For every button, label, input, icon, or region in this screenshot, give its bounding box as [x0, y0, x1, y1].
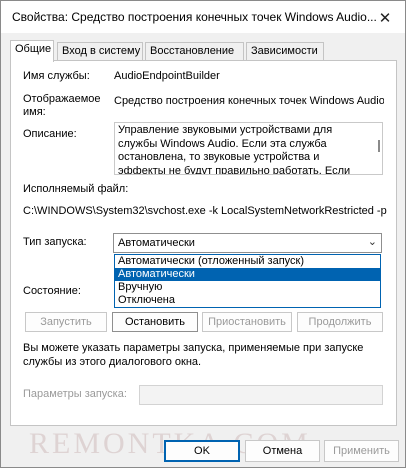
chevron-down-icon: ⌄	[367, 236, 377, 248]
general-tab-panel: Имя службы: AudioEndpointBuilder Отображ…	[10, 60, 397, 426]
startup-type-label: Тип запуска:	[23, 236, 87, 248]
startup-option-auto-delayed[interactable]: Автоматически (отложенный запуск)	[115, 255, 380, 268]
display-name-label-line2: имя:	[23, 106, 46, 118]
service-name-value: AudioEndpointBuilder	[114, 70, 220, 82]
description-box[interactable]: Управление звуковыми устройствами для сл…	[114, 122, 383, 175]
window-title: Свойства: Средство построения конечных т…	[12, 10, 377, 24]
startup-option-auto[interactable]: Автоматически	[115, 268, 380, 281]
tab-general[interactable]: Общие	[10, 40, 54, 62]
executable-path[interactable]: C:\WINDOWS\System32\svchost.exe -k Local…	[23, 205, 393, 217]
hint-text-line2: службы из этого диалогового окна.	[23, 356, 202, 368]
display-name-label-line1: Отображаемое	[23, 93, 101, 105]
stop-button[interactable]: Остановить	[112, 312, 198, 332]
close-icon[interactable]: ✕	[371, 7, 399, 29]
cancel-button[interactable]: Отмена	[245, 440, 320, 462]
title-bar: Свойства: Средство построения конечных т…	[1, 1, 405, 33]
pause-button[interactable]: Приостановить	[202, 312, 292, 332]
description-text: Управление звуковыми устройствами для сл…	[118, 124, 351, 175]
service-properties-dialog: Свойства: Средство построения конечных т…	[0, 0, 406, 468]
ok-button[interactable]: OK	[164, 440, 240, 462]
resume-button[interactable]: Продолжить	[297, 312, 383, 332]
description-label: Описание:	[23, 128, 77, 140]
start-button[interactable]: Запустить	[25, 312, 107, 332]
executable-label: Исполняемый файл:	[23, 183, 129, 195]
start-params-label: Параметры запуска:	[23, 388, 127, 400]
startup-type-select[interactable]: Автоматически ⌄	[113, 233, 382, 253]
service-name-label: Имя службы:	[23, 70, 90, 82]
start-params-input[interactable]	[139, 385, 383, 405]
description-scrollbar[interactable]	[378, 140, 380, 152]
startup-option-manual[interactable]: Вручную	[115, 281, 380, 294]
startup-type-value: Автоматически	[118, 237, 195, 249]
tab-dependencies[interactable]: Зависимости	[246, 42, 324, 61]
hint-text-line1: Вы можете указать параметры запуска, при…	[23, 342, 364, 354]
apply-button[interactable]: Применить	[324, 440, 399, 462]
startup-option-disabled[interactable]: Отключена	[115, 294, 380, 307]
tab-recovery[interactable]: Восстановление	[145, 42, 244, 61]
display-name-value[interactable]: Средство построения конечных точек Windo…	[114, 95, 384, 107]
status-label: Состояние:	[23, 285, 81, 297]
startup-type-dropdown: Автоматически (отложенный запуск) Автома…	[114, 254, 381, 308]
tab-logon[interactable]: Вход в систему	[57, 42, 143, 61]
